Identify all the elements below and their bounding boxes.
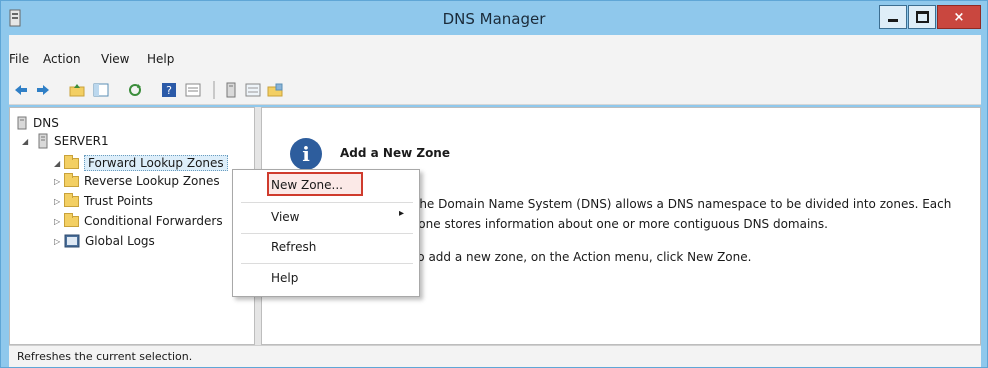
- toolbar-separator: [213, 81, 215, 99]
- tree-item-trust-points[interactable]: ▷ Trust Points: [54, 192, 153, 210]
- title-bar[interactable]: DNS Manager ×: [1, 1, 987, 35]
- list-view-icon[interactable]: [245, 82, 261, 98]
- dns-manager-window: DNS Manager × File Action View Help ? DN…: [0, 0, 988, 368]
- show-hide-tree-icon[interactable]: [93, 82, 109, 98]
- tree-label: Reverse Lookup Zones: [84, 174, 220, 188]
- context-item-view[interactable]: View: [271, 210, 299, 224]
- tree-item-server[interactable]: ◢ SERVER1: [22, 132, 109, 150]
- back-arrow-icon[interactable]: [13, 82, 29, 98]
- status-bar: Refreshes the current selection.: [9, 345, 981, 367]
- folder-icon: [64, 172, 79, 187]
- toolbar: ?: [9, 75, 981, 105]
- server-icon: [38, 133, 48, 149]
- server-icon[interactable]: [223, 82, 239, 98]
- folder-icon: [64, 192, 79, 207]
- menu-help[interactable]: Help: [147, 52, 174, 66]
- tree-label: Forward Lookup Zones: [84, 155, 228, 171]
- refresh-icon[interactable]: [127, 82, 143, 98]
- menu-bar: File Action View Help: [9, 35, 981, 75]
- context-item-new-zone[interactable]: New Zone...: [271, 178, 343, 192]
- svg-text:?: ?: [166, 84, 172, 97]
- tree-label: Trust Points: [84, 194, 153, 208]
- expanded-chevron-icon[interactable]: ◢: [54, 159, 64, 168]
- tree-item-conditional-forwarders[interactable]: ▷ Conditional Forwarders: [54, 212, 223, 230]
- menu-action[interactable]: Action: [43, 52, 81, 66]
- help-icon[interactable]: ?: [161, 82, 177, 98]
- expanded-chevron-icon[interactable]: ◢: [22, 137, 32, 146]
- menu-view[interactable]: View: [101, 52, 129, 66]
- tree-label-server: SERVER1: [54, 134, 109, 148]
- folder-icon: [64, 212, 79, 227]
- tree-item-global-logs[interactable]: ▷ Global Logs: [54, 232, 155, 250]
- content-heading: Add a New Zone: [340, 146, 450, 160]
- content-description: The Domain Name System (DNS) allows a DN…: [412, 197, 952, 231]
- dns-root-icon: [17, 116, 27, 130]
- collapsed-chevron-icon[interactable]: ▷: [54, 177, 64, 186]
- menu-file[interactable]: File: [9, 52, 29, 66]
- zone-folder-icon[interactable]: [267, 82, 283, 98]
- log-book-icon: [64, 234, 80, 248]
- info-icon: i: [290, 138, 322, 170]
- context-menu: New Zone... View ▸ Refresh Help: [232, 169, 420, 297]
- menu-separator: [241, 263, 413, 264]
- folder-icon: [64, 154, 79, 169]
- console-tree: DNS ◢ SERVER1 ◢ Forward Lookup Zones ▷ R…: [9, 107, 255, 345]
- collapsed-chevron-icon[interactable]: ▷: [54, 197, 64, 206]
- minimize-button[interactable]: [879, 5, 907, 29]
- content-instruction: To add a new zone, on the Action menu, c…: [412, 250, 752, 264]
- maximize-button[interactable]: [908, 5, 936, 29]
- tree-label: Conditional Forwarders: [84, 214, 223, 228]
- collapsed-chevron-icon[interactable]: ▷: [54, 237, 64, 246]
- tree-item-reverse-lookup-zones[interactable]: ▷ Reverse Lookup Zones: [54, 172, 220, 190]
- submenu-arrow-icon: ▸: [399, 208, 405, 219]
- up-folder-icon[interactable]: [69, 82, 85, 98]
- window-title: DNS Manager: [442, 10, 546, 28]
- menu-separator: [241, 202, 413, 203]
- tree-item-dns[interactable]: DNS: [16, 114, 59, 132]
- forward-arrow-icon[interactable]: [35, 82, 51, 98]
- menu-separator: [241, 233, 413, 234]
- tree-label-dns: DNS: [33, 116, 59, 130]
- close-button[interactable]: ×: [937, 5, 981, 29]
- collapsed-chevron-icon[interactable]: ▷: [54, 217, 64, 226]
- tree-item-forward-lookup-zones[interactable]: ◢ Forward Lookup Zones: [54, 154, 228, 172]
- status-text: Refreshes the current selection.: [17, 350, 193, 363]
- context-item-refresh[interactable]: Refresh: [271, 240, 316, 254]
- properties-icon[interactable]: [185, 82, 201, 98]
- context-item-help[interactable]: Help: [271, 271, 298, 285]
- tree-label: Global Logs: [85, 234, 155, 248]
